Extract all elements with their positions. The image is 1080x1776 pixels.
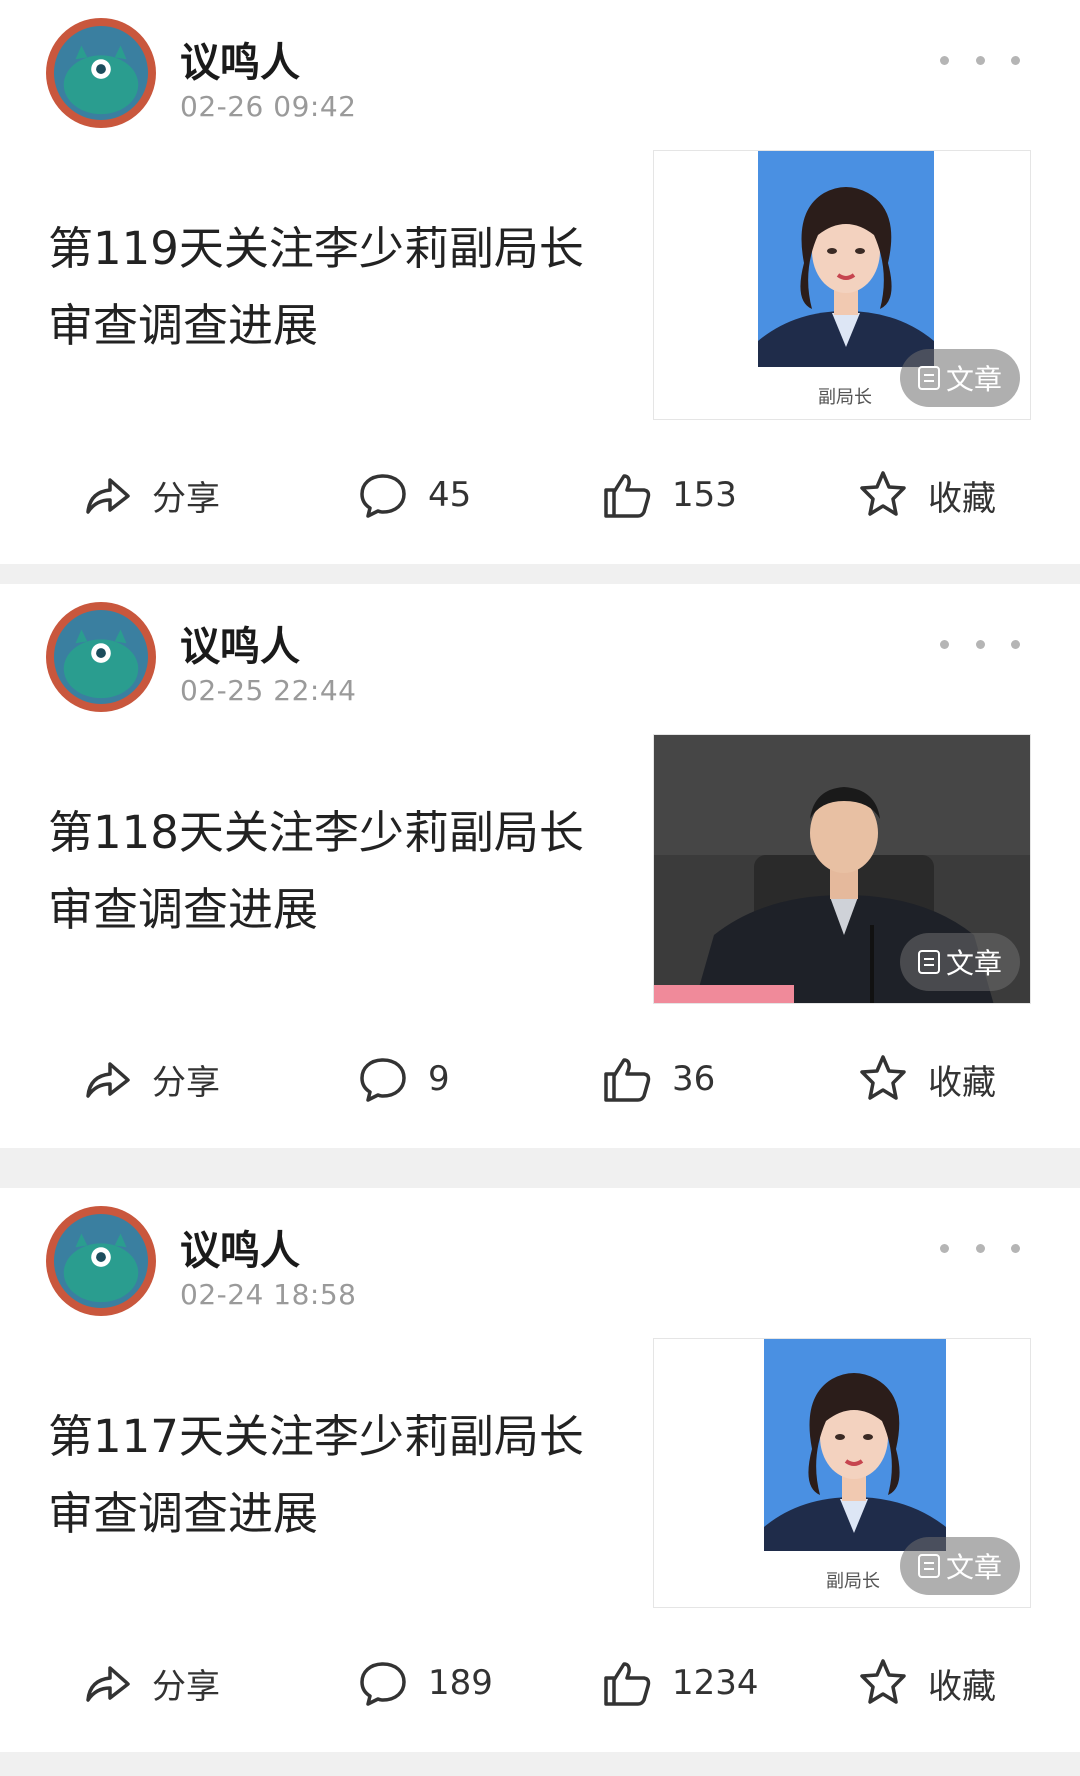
post-title[interactable]: 第117天关注李少莉副局长 审查调查进展 — [48, 1398, 608, 1552]
like-button[interactable]: 153 — [600, 460, 737, 530]
comment-button[interactable]: 45 — [356, 460, 471, 530]
favorite-button[interactable]: 收藏 — [856, 460, 996, 530]
post-time: 02-24 18:58 — [180, 1278, 357, 1311]
post-time: 02-25 22:44 — [180, 674, 357, 707]
post-card[interactable]: 议鸣人 02-25 22:44 第118天关注李少莉副局长 审查调查进展 文章 … — [0, 584, 1080, 1148]
photo-caption: 副局长 — [818, 387, 872, 408]
share-arrow-icon — [86, 1666, 130, 1702]
post-title[interactable]: 第118天关注李少莉副局长 审查调查进展 — [48, 794, 608, 948]
post-title-line: 审查调查进展 — [48, 883, 319, 936]
post-time: 02-26 09:42 — [180, 90, 357, 123]
post-title[interactable]: 第119天关注李少莉副局长 审查调查进展 — [48, 210, 608, 364]
action-bar: 分享 9 36 收藏 — [0, 1044, 1080, 1114]
avatar[interactable] — [46, 18, 156, 128]
share-button[interactable]: 分享 — [80, 1648, 220, 1718]
star-icon — [860, 1659, 906, 1704]
comment-bubble-icon — [360, 474, 406, 518]
comment-bubble-icon — [360, 1058, 406, 1102]
post-card[interactable]: 议鸣人 02-26 09:42 第119天关注李少莉副局长 审查调查进展 副局长 — [0, 0, 1080, 564]
avatar-mascot-icon — [53, 1213, 149, 1309]
author-name[interactable]: 议鸣人 — [180, 1218, 300, 1276]
more-dots-icon[interactable] — [940, 1228, 1020, 1268]
share-label: 分享 — [152, 1666, 220, 1707]
article-badge: 文章 — [899, 1537, 1020, 1595]
avatar-mascot-icon — [53, 609, 149, 705]
post-thumbnail[interactable]: 副局长 文章 — [653, 150, 1031, 420]
thumbs-up-icon — [604, 1662, 651, 1706]
more-dots-icon[interactable] — [940, 624, 1020, 664]
comment-bubble-icon — [360, 1662, 406, 1706]
post-thumbnail[interactable]: 文章 — [653, 734, 1031, 1004]
share-button[interactable]: 分享 — [80, 460, 220, 530]
like-count: 1234 — [672, 1663, 759, 1703]
article-badge: 文章 — [899, 933, 1020, 991]
comment-count: 189 — [428, 1663, 493, 1703]
star-icon — [860, 1055, 906, 1100]
favorite-label: 收藏 — [928, 1666, 996, 1707]
share-label: 分享 — [152, 1062, 220, 1103]
author-name[interactable]: 议鸣人 — [180, 614, 300, 672]
comment-button[interactable]: 9 — [356, 1044, 450, 1114]
like-count: 153 — [672, 475, 737, 515]
favorite-label: 收藏 — [928, 478, 996, 519]
post-title-line: 审查调查进展 — [48, 299, 319, 352]
post-card[interactable]: 议鸣人 02-24 18:58 第117天关注李少莉副局长 审查调查进展 副局长 — [0, 1188, 1080, 1752]
avatar[interactable] — [46, 602, 156, 712]
article-badge-label: 文章 — [945, 947, 1002, 980]
article-badge-label: 文章 — [945, 1551, 1002, 1584]
article-badge-label: 文章 — [945, 363, 1002, 396]
like-button[interactable]: 36 — [600, 1044, 715, 1114]
thumbs-up-icon — [604, 474, 651, 518]
favorite-button[interactable]: 收藏 — [856, 1648, 996, 1718]
like-button[interactable]: 1234 — [600, 1648, 759, 1718]
star-icon — [860, 471, 906, 516]
share-arrow-icon — [86, 1062, 130, 1098]
avatar[interactable] — [46, 1206, 156, 1316]
photo-caption: 副局长 — [826, 1571, 880, 1592]
article-doc-icon — [917, 950, 940, 974]
post-title-line: 第119天关注李少莉副局长 — [48, 222, 584, 275]
post-title-line: 审查调查进展 — [48, 1487, 319, 1540]
post-title-line: 第118天关注李少莉副局长 — [48, 806, 584, 859]
thumbs-up-icon — [604, 1058, 651, 1102]
comment-count: 9 — [428, 1059, 450, 1099]
action-bar: 分享 189 1234 收藏 — [0, 1648, 1080, 1718]
article-doc-icon — [917, 366, 940, 390]
article-badge: 文章 — [899, 349, 1020, 407]
share-arrow-icon — [86, 478, 130, 514]
author-name[interactable]: 议鸣人 — [180, 30, 300, 88]
like-count: 36 — [672, 1059, 716, 1099]
avatar-mascot-icon — [53, 25, 149, 121]
action-bar: 分享 45 153 收藏 — [0, 460, 1080, 530]
comment-button[interactable]: 189 — [356, 1648, 493, 1718]
share-label: 分享 — [152, 478, 220, 519]
more-dots-icon[interactable] — [940, 40, 1020, 80]
post-thumbnail[interactable]: 副局长 文章 — [653, 1338, 1031, 1608]
favorite-button[interactable]: 收藏 — [856, 1044, 996, 1114]
post-title-line: 第117天关注李少莉副局长 — [48, 1410, 584, 1463]
article-doc-icon — [917, 1554, 940, 1578]
share-button[interactable]: 分享 — [80, 1044, 220, 1114]
comment-count: 45 — [428, 475, 472, 515]
favorite-label: 收藏 — [928, 1062, 996, 1103]
